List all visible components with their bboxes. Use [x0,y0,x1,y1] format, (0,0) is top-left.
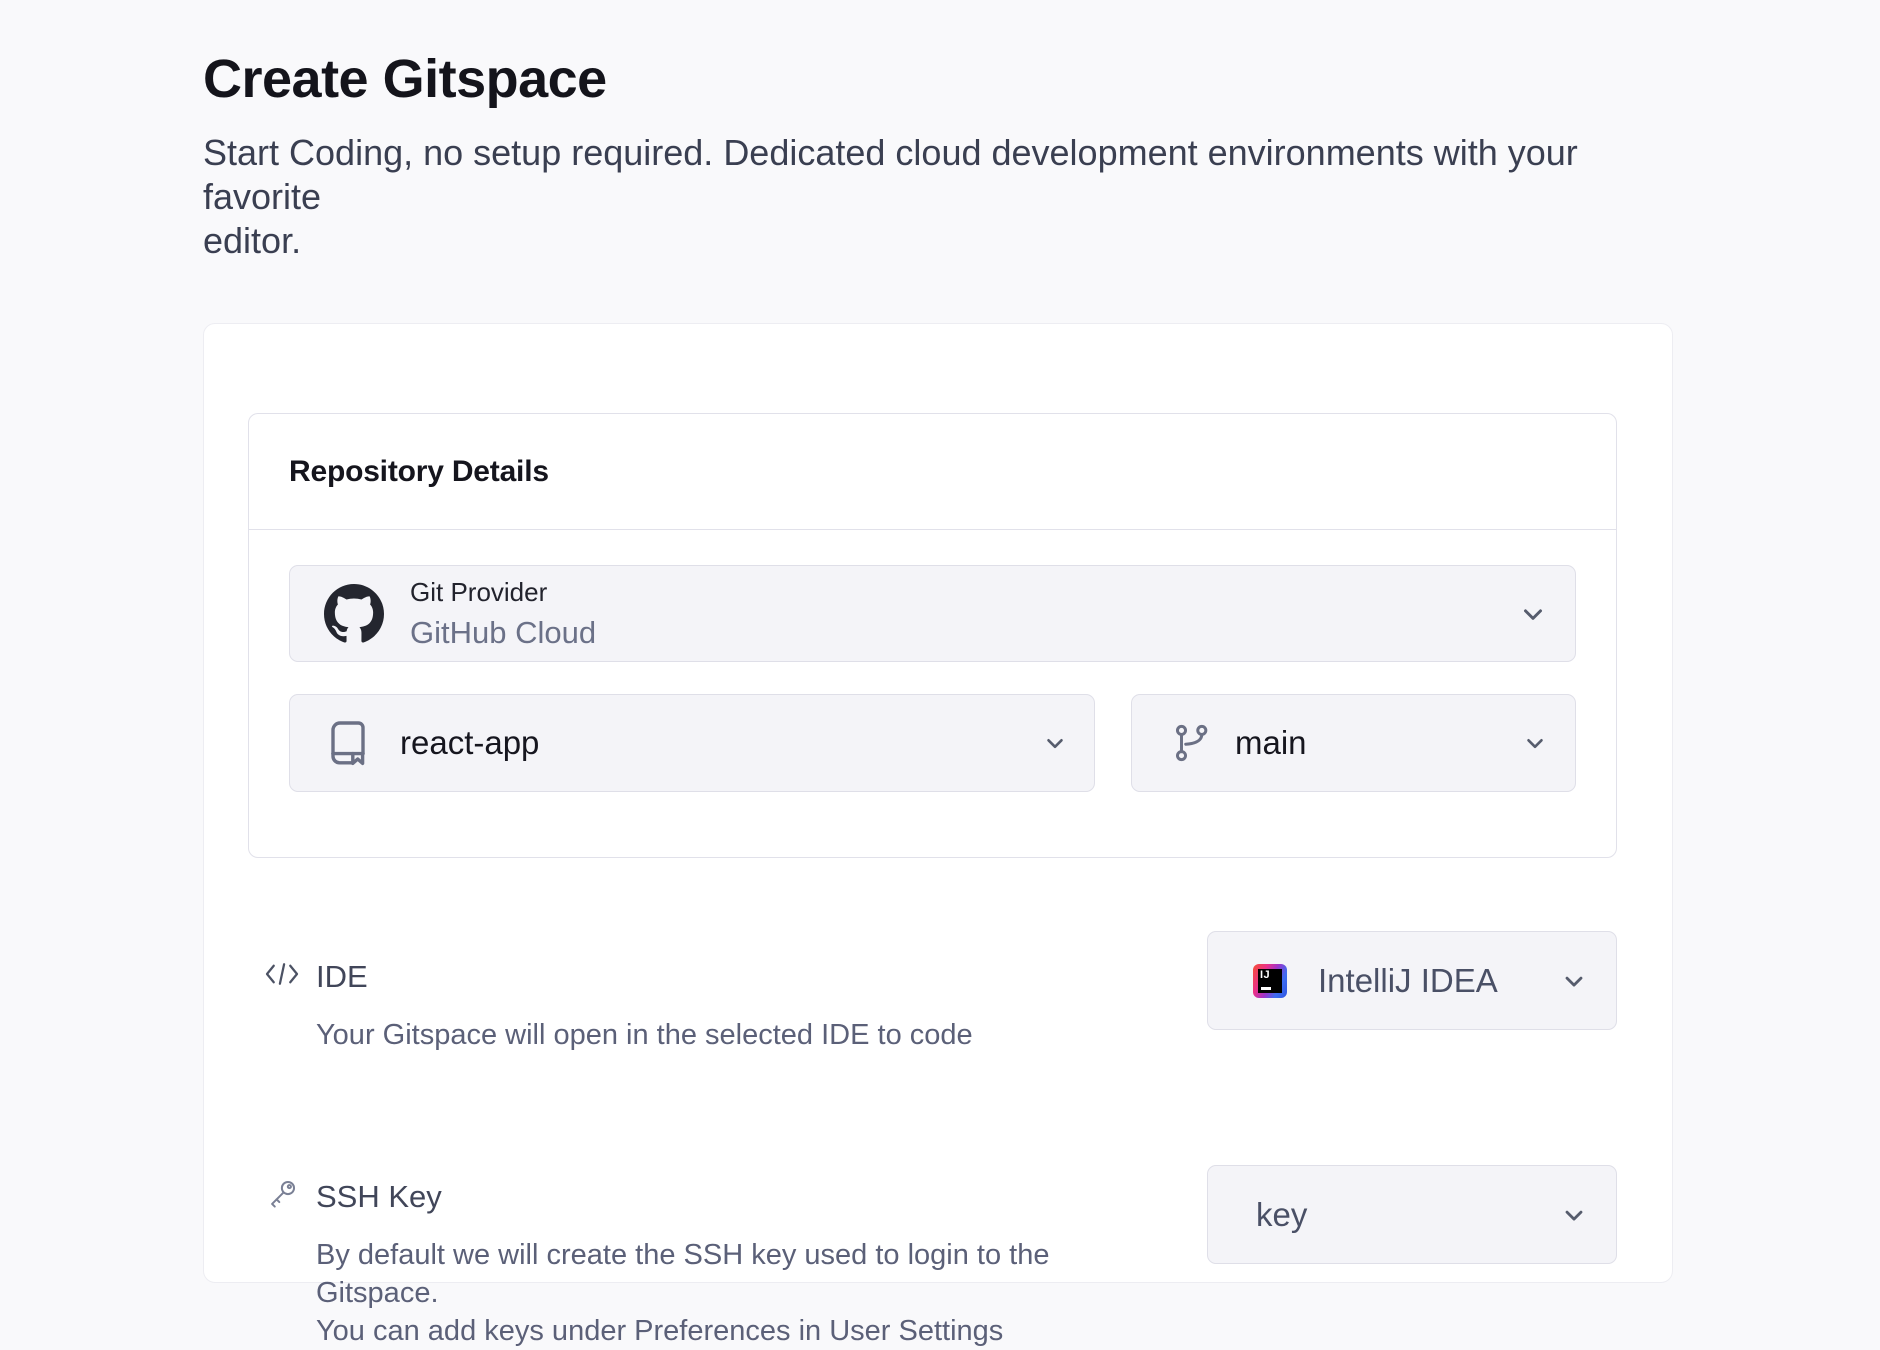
intellij-logo-inner: IJ [1258,969,1282,993]
ide-value: IntelliJ IDEA [1318,962,1498,1000]
ssh-key-dropdown[interactable]: key [1207,1165,1617,1264]
git-provider-label: Git Provider [410,577,596,608]
branch-value: main [1235,724,1307,762]
git-provider-labels: Git Provider GitHub Cloud [410,577,596,651]
chevron-down-icon [1518,599,1548,629]
ssh-key-description-line-2: You can add keys under Preferences in Us… [316,1312,1167,1350]
code-icon [248,959,316,989]
repository-icon [324,717,372,769]
git-branch-icon [1171,720,1213,766]
ide-text-col: IDE Your Gitspace will open in the selec… [316,931,1207,1054]
page-subtitle-line-2: editor. [203,219,1673,263]
main-content: Create Gitspace Start Coding, no setup r… [203,0,1673,1283]
page-title: Create Gitspace [203,50,1673,109]
repository-details-header: Repository Details [249,414,1616,530]
ide-dropdown[interactable]: IJ IntelliJ IDEA [1207,931,1617,1030]
intellij-logo: IJ [1253,964,1287,998]
ssh-key-section: SSH Key By default we will create the SS… [248,1165,1617,1350]
branch-dropdown[interactable]: main [1131,694,1576,792]
ssh-key-description: By default we will create the SSH key us… [316,1236,1167,1350]
ssh-key-description-line-1: By default we will create the SSH key us… [316,1236,1167,1312]
key-icon [248,1177,316,1211]
ssh-key-value: key [1256,1196,1307,1234]
chevron-down-icon [1560,1201,1588,1229]
chevron-down-icon [1522,730,1548,756]
git-provider-dropdown[interactable]: Git Provider GitHub Cloud [289,565,1576,662]
chevron-down-icon [1042,730,1068,756]
page-subtitle-line-1: Start Coding, no setup required. Dedicat… [203,131,1673,219]
chevron-down-icon [1560,967,1588,995]
repository-details-box: Repository Details Git Provider GitHub C… [248,413,1617,858]
ide-description: Your Gitspace will open in the selected … [316,1016,1167,1054]
ssh-key-label: SSH Key [316,1179,1167,1215]
ssh-icon-col [248,1165,316,1211]
repository-dropdown[interactable]: react-app [289,694,1095,792]
repo-branch-row: react-app [289,694,1576,792]
repository-value: react-app [400,724,539,762]
ide-section: IDE Your Gitspace will open in the selec… [248,931,1617,1054]
page-subtitle: Start Coding, no setup required. Dedicat… [203,131,1673,263]
git-provider-value: GitHub Cloud [410,615,596,651]
intellij-logo-text: IJ [1260,970,1270,981]
ssh-text-col: SSH Key By default we will create the SS… [316,1165,1207,1350]
ide-label: IDE [316,959,1167,995]
ide-icon-col [248,931,316,989]
repository-details-title: Repository Details [289,455,1576,489]
create-gitspace-card: Repository Details Git Provider GitHub C… [203,323,1673,1283]
repository-details-body: Git Provider GitHub Cloud [249,530,1616,857]
github-icon [324,584,384,644]
